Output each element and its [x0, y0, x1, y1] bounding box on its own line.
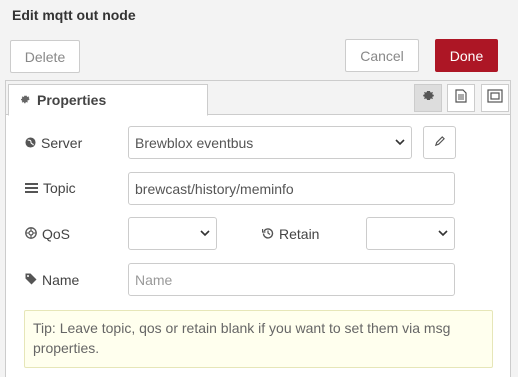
gear-icon	[20, 92, 31, 108]
server-label: Server	[25, 133, 82, 153]
tag-icon	[25, 272, 37, 288]
chevron-down-icon	[395, 139, 405, 146]
tab-properties-label: Properties	[37, 92, 107, 108]
pencil-icon	[434, 134, 445, 152]
tasks-icon	[25, 180, 38, 196]
topic-label: Topic	[25, 178, 76, 198]
server-select[interactable]: Brewblox eventbus	[128, 126, 412, 159]
description-icon	[455, 88, 467, 108]
tab-settings[interactable]	[414, 84, 442, 112]
globe-icon	[25, 135, 36, 151]
empire-icon	[25, 226, 37, 242]
name-input[interactable]: Name	[128, 263, 455, 296]
retain-label: Retain	[261, 224, 319, 244]
dialog-title: Edit mqtt out node	[0, 0, 518, 30]
tab-appearance[interactable]	[481, 84, 509, 112]
done-button[interactable]: Done	[435, 39, 498, 72]
dialog-toolbar: Delete Cancel Done	[0, 30, 518, 80]
retain-select[interactable]	[366, 217, 455, 250]
tip-box: Tip: Leave topic, qos or retain blank if…	[24, 310, 493, 368]
chevron-down-icon	[438, 230, 448, 237]
name-label: Name	[25, 270, 79, 290]
properties-panel: Properties Server Brewblox eventbus Topi…	[5, 80, 511, 377]
tab-properties[interactable]: Properties	[8, 84, 208, 116]
cancel-button[interactable]: Cancel	[345, 39, 419, 72]
appearance-icon	[487, 88, 503, 108]
tip-text: Tip: Leave topic, qos or retain blank if…	[33, 320, 451, 356]
tab-bar: Properties	[6, 81, 510, 116]
tab-description[interactable]	[447, 84, 475, 112]
chevron-down-icon	[200, 230, 210, 237]
history-icon	[261, 226, 274, 242]
topic-input[interactable]: brewcast/history/meminfo	[128, 172, 455, 205]
qos-label: QoS	[25, 224, 70, 244]
gear-icon	[422, 89, 435, 107]
delete-button[interactable]: Delete	[10, 40, 80, 73]
qos-select[interactable]	[128, 217, 217, 250]
edit-server-button[interactable]	[423, 126, 456, 159]
